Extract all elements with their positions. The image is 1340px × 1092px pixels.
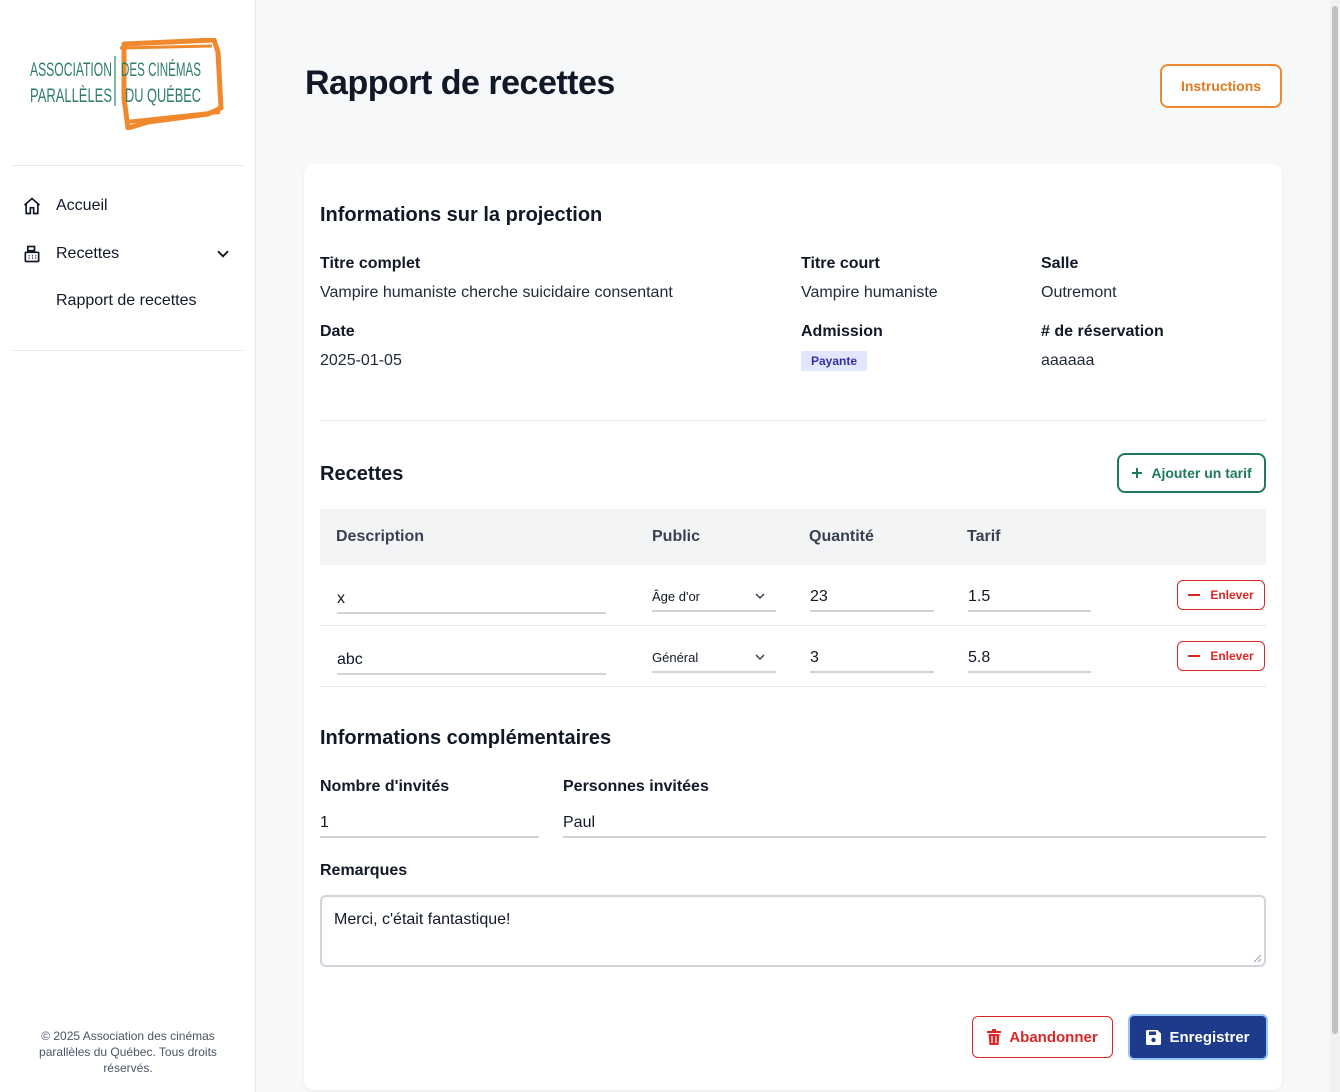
add-rate-label: Ajouter un tarif xyxy=(1151,465,1252,481)
quantity-input[interactable]: 23 xyxy=(810,582,934,612)
chevron-down-icon[interactable] xyxy=(214,245,232,263)
room-value: Outremont xyxy=(1041,284,1117,301)
logo-text-2: PARALLÈLES xyxy=(30,86,112,107)
page-scrollbar[interactable] xyxy=(1330,0,1340,1092)
receipts-table-header xyxy=(320,509,1266,565)
admission-badge: Payante xyxy=(801,351,868,371)
remove-row-button[interactable]: Enlever xyxy=(1177,580,1265,610)
col-public: Public xyxy=(652,528,701,545)
public-select[interactable]: Âge d'or xyxy=(652,582,776,612)
logo-text-3: DES CINÉMAS xyxy=(121,60,201,81)
guests-names-label: Personnes invitées xyxy=(563,778,709,795)
sidebar: ASSOCIATION PARALLÈLES DES CINÉMAS DU QU… xyxy=(0,0,256,1092)
admission-label: Admission xyxy=(801,323,883,340)
abandon-label: Abandonner xyxy=(1009,1028,1098,1046)
save-label: Enregistrer xyxy=(1169,1028,1250,1046)
remove-label: Enlever xyxy=(1210,649,1254,663)
guests-count-input[interactable]: 1 xyxy=(320,808,539,838)
full-title-label: Titre complet xyxy=(320,255,421,272)
reservation-value: aaaaaa xyxy=(1041,352,1095,369)
quantity-input[interactable]: 3 xyxy=(810,643,934,673)
plus-icon xyxy=(1132,468,1143,478)
description-input[interactable]: abc xyxy=(337,645,606,675)
minus-icon xyxy=(1188,655,1201,657)
sidebar-item-label: Accueil xyxy=(56,197,108,214)
rate-input[interactable]: 5.8 xyxy=(968,643,1091,673)
rate-input[interactable]: 1.5 xyxy=(968,582,1091,612)
save-button[interactable]: Enregistrer xyxy=(1128,1014,1268,1060)
full-title-value: Vampire humaniste cherche suicidaire con… xyxy=(320,284,673,301)
remove-label: Enlever xyxy=(1210,588,1254,602)
date-label: Date xyxy=(320,323,355,340)
chevron-down-icon xyxy=(755,654,765,661)
room-label: Salle xyxy=(1041,255,1079,272)
resize-handle-icon[interactable] xyxy=(1252,953,1262,963)
cash-register-icon xyxy=(22,244,42,264)
reservation-label: # de réservation xyxy=(1041,323,1164,340)
receipts-heading: Recettes xyxy=(320,463,404,485)
logo-text-1: ASSOCIATION xyxy=(30,60,112,81)
sidebar-footer: © 2025 Association des cinémas parallèle… xyxy=(39,1029,217,1075)
sidebar-item-label: Recettes xyxy=(56,245,120,262)
sidebar-item-accueil[interactable]: Accueil xyxy=(22,194,234,218)
section-divider xyxy=(320,420,1266,421)
add-rate-button[interactable]: Ajouter un tarif xyxy=(1117,453,1266,493)
sidebar-divider-top xyxy=(12,165,243,166)
chevron-down-icon xyxy=(755,593,765,600)
remove-row-button[interactable]: Enlever xyxy=(1177,641,1265,671)
row-divider xyxy=(320,686,1266,687)
instructions-button[interactable]: Instructions xyxy=(1160,64,1282,108)
public-select-value: Général xyxy=(652,650,699,665)
public-select[interactable]: Général xyxy=(652,643,776,673)
scrollbar-thumb[interactable] xyxy=(1332,6,1338,1034)
description-input[interactable]: x xyxy=(337,584,606,614)
short-title-value: Vampire humaniste xyxy=(801,284,938,301)
remarks-textarea[interactable]: Merci, c'était fantastique! xyxy=(320,895,1266,967)
logo-text-4: DU QUÉBEC xyxy=(125,86,201,107)
association-logo[interactable]: ASSOCIATION PARALLÈLES DES CINÉMAS DU QU… xyxy=(28,38,228,130)
date-value: 2025-01-05 xyxy=(320,352,402,369)
col-description: Description xyxy=(336,528,425,545)
short-title-label: Titre court xyxy=(801,255,880,272)
minus-icon xyxy=(1188,594,1201,596)
sidebar-item-recettes[interactable]: Recettes xyxy=(22,242,234,266)
home-icon xyxy=(22,196,42,216)
page-title: Rapport de recettes xyxy=(305,64,615,102)
trash-icon xyxy=(987,1029,1002,1045)
extra-heading: Informations complémentaires xyxy=(320,727,612,749)
public-select-value: Âge d'or xyxy=(652,589,701,604)
sidebar-subitem-rapport[interactable]: Rapport de recettes xyxy=(56,292,197,310)
guests-names-input[interactable]: Paul xyxy=(563,808,1266,838)
remarks-label: Remarques xyxy=(320,862,408,879)
abandon-button[interactable]: Abandonner xyxy=(972,1016,1113,1058)
guests-count-label: Nombre d'invités xyxy=(320,778,450,795)
sidebar-divider-bottom xyxy=(12,350,243,351)
projection-heading: Informations sur la projection xyxy=(320,204,603,226)
floppy-disk-icon xyxy=(1146,1029,1162,1045)
row-divider xyxy=(320,625,1266,626)
remarks-text: Merci, c'était fantastique! xyxy=(334,911,511,928)
col-quantity: Quantité xyxy=(809,528,874,545)
col-rate: Tarif xyxy=(967,528,1001,545)
